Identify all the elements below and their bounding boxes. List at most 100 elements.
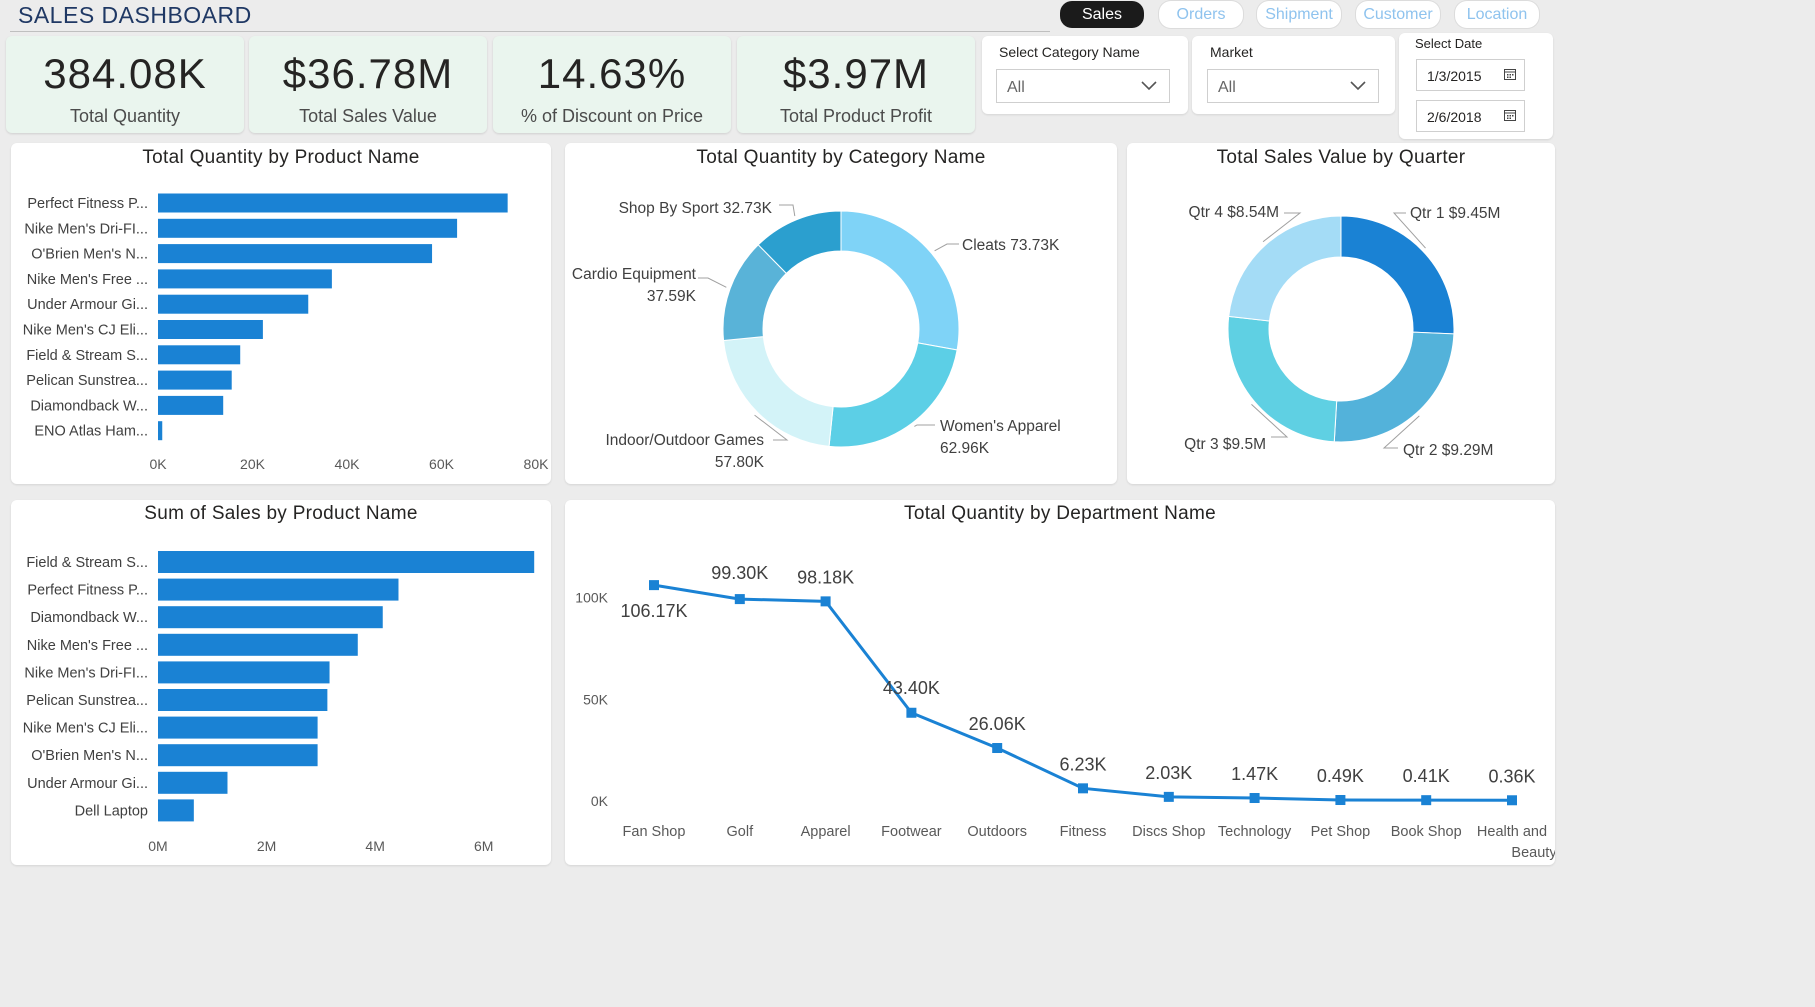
category-label: Nike Men's Free ... [27, 638, 148, 654]
quantity-by-category-card: Total Quantity by Category Name Cleats 7… [565, 143, 1117, 484]
data-label: 98.18K [797, 567, 854, 587]
category-label: Perfect Fitness P... [27, 583, 148, 599]
kpi-value: $3.97M [782, 50, 930, 97]
data-label: 0.49K [1317, 766, 1364, 786]
data-label: 6.23K [1059, 754, 1106, 774]
slice-value-label: $9.29M [1442, 442, 1494, 459]
bar [158, 269, 332, 289]
category-label: Pelican Sunstrea... [26, 693, 148, 709]
page-title: SALES DASHBOARD [18, 2, 252, 28]
data-label: 1.47K [1231, 764, 1278, 784]
category-label: Nike Men's Dri-FI... [24, 221, 148, 237]
bar [158, 744, 318, 767]
calendar-icon[interactable] [1504, 109, 1516, 121]
slice-category-label: Qtr 1 [1410, 205, 1449, 222]
slice-value-label: 32.73K [723, 200, 773, 217]
slice-label: Shop By Sport 32.73K [619, 200, 773, 217]
end-date-field[interactable]: 2/6/2018 [1416, 100, 1525, 132]
y-tick-label: 0K [591, 793, 609, 809]
leader-line [698, 277, 727, 288]
tab-customer[interactable]: Customer [1356, 1, 1440, 28]
donut-slice [840, 210, 960, 351]
data-point [734, 594, 745, 605]
slice-category-label: Qtr 3 [1184, 436, 1223, 453]
slice-value-label: 37.59K [647, 288, 697, 305]
slice-value-label: $8.54M [1227, 204, 1279, 221]
slice-label: Qtr 1 $9.45M [1410, 205, 1500, 222]
bar [158, 345, 241, 365]
x-tick-label: 60K [429, 456, 455, 472]
date-slicer: Select Date 1/3/2015 2/6/2018 [1399, 33, 1553, 139]
bar [158, 689, 328, 711]
category-label: O'Brien Men's N... [31, 748, 148, 764]
slice-category-label: Indoor/Outdoor Games [605, 432, 764, 449]
data-point [649, 580, 659, 591]
category-label: Field & Stream S... [26, 348, 148, 364]
x-tick-label: Pet Shop [1311, 824, 1371, 840]
tab-shipment[interactable]: Shipment [1257, 1, 1341, 28]
data-label: 2.03K [1145, 763, 1192, 783]
category-label: Diamondback W... [30, 398, 148, 414]
data-label: 0.36K [1488, 766, 1535, 786]
data-label: 26.06K [969, 714, 1026, 734]
end-date-value: 2/6/2018 [1427, 109, 1482, 125]
x-tick-label: 40K [335, 456, 361, 472]
x-tick-label: Footwear [881, 824, 942, 840]
sales-by-quarter-card: Total Sales Value by Quarter Qtr 1 $9.45… [1127, 143, 1555, 484]
category-label: Nike Men's CJ Eli... [23, 323, 148, 339]
bar [158, 395, 224, 415]
slice-category-label: Shop By Sport [619, 200, 723, 217]
donut-slice [723, 336, 834, 447]
bar [158, 578, 399, 601]
bar [158, 551, 535, 573]
sales-by-product-chart: Field & Stream S... Perfect Fitness P... D… [23, 551, 535, 854]
category-dropdown[interactable]: All [996, 69, 1170, 103]
data-point [1249, 793, 1260, 804]
tab-sales[interactable]: Sales [1060, 1, 1144, 28]
data-label: 0.41K [1403, 766, 1450, 786]
chevron-down-icon [1350, 81, 1366, 91]
slice-category-label: Cardio Equipment [572, 266, 697, 283]
x-tick-label: Beauty [1511, 845, 1555, 861]
x-tick-label: 6M [474, 838, 493, 854]
kpi-value: 384.08K [43, 50, 207, 97]
bar [158, 771, 228, 794]
slice-label: Qtr 4 $8.54M [1189, 204, 1279, 221]
leader-line [914, 424, 935, 427]
kpi-total-product-profit: $3.97M Total Product Profit [737, 36, 975, 133]
quantity-by-category-chart: Cleats 73.73K Women's Apparel 62.96K Indoor… [572, 200, 1061, 471]
kpi-label: Total Quantity [69, 106, 181, 126]
category-label: Diamondback W... [30, 610, 148, 626]
start-date-value: 1/3/2015 [1427, 68, 1482, 84]
quantity-by-product-card: Total Quantity by Product Name Perfect F… [11, 143, 551, 484]
x-tick-label: 0M [148, 838, 167, 854]
slice-value-label: $9.5M [1223, 436, 1266, 453]
calendar-icon[interactable] [1504, 68, 1516, 80]
kpi-label: % of Discount on Price [520, 106, 704, 126]
tab-location[interactable]: Location [1455, 1, 1539, 28]
bar [158, 320, 263, 339]
y-tick-label: 100K [575, 590, 608, 606]
slice-value-label: 62.96K [940, 440, 990, 457]
category-slicer: Select Category Name All [982, 36, 1188, 114]
market-dropdown[interactable]: All [1207, 69, 1379, 103]
slice-label: Cleats 73.73K [962, 237, 1060, 254]
start-date-field[interactable]: 1/3/2015 [1416, 59, 1525, 91]
kpi-label: Total Product Profit [779, 106, 933, 126]
bar [158, 716, 318, 739]
slice-category-label: Women's Apparel [940, 418, 1061, 435]
tab-orders[interactable]: Orders [1159, 1, 1243, 28]
x-tick-label: Golf [727, 824, 755, 840]
sales-by-product-card: Sum of Sales by Product Name Field & Str… [11, 500, 551, 865]
x-tick-label: Outdoors [967, 824, 1027, 840]
x-tick-label: Fitness [1060, 824, 1107, 840]
bar [158, 606, 383, 629]
slice-value-label: 73.73K [1010, 237, 1060, 254]
chevron-down-icon [1141, 81, 1157, 91]
data-point [906, 707, 917, 718]
slice-value-label: $9.45M [1449, 205, 1501, 222]
bar [158, 661, 330, 684]
donut-slice [1340, 215, 1455, 335]
bar [158, 633, 358, 656]
category-label: Under Armour Gi... [27, 297, 148, 313]
